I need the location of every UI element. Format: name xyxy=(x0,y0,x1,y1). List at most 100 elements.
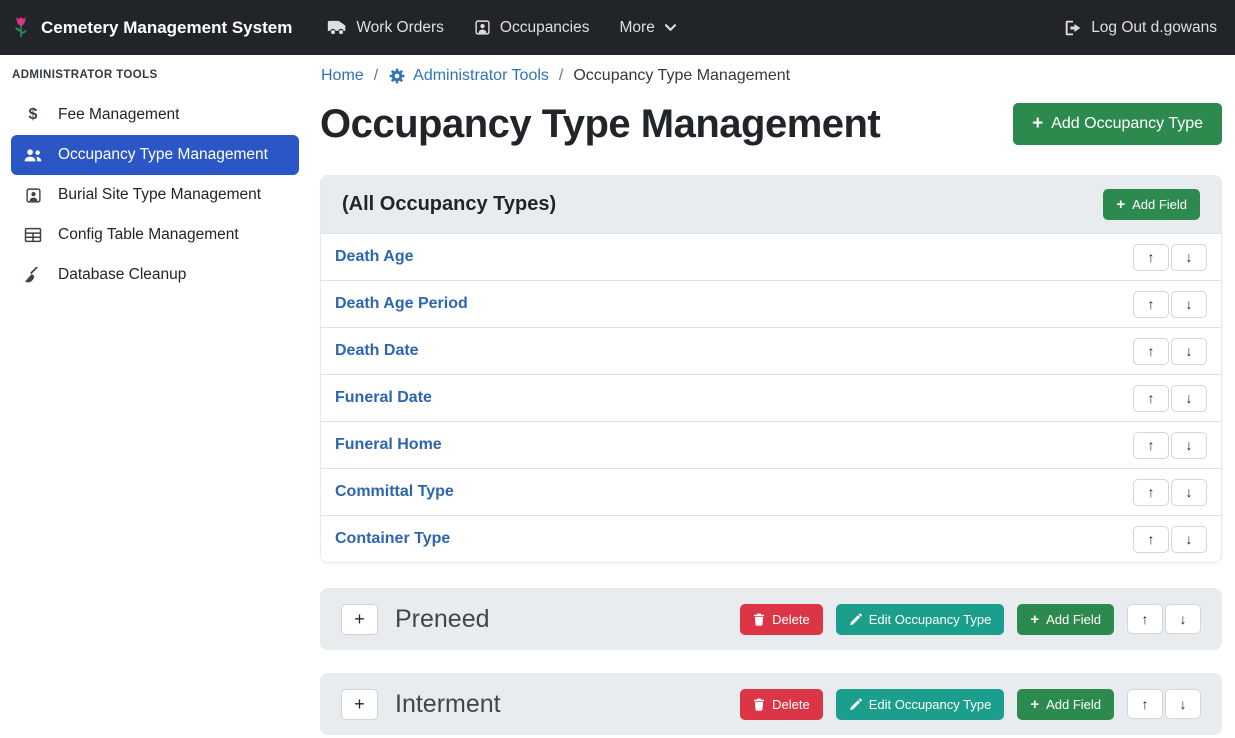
add-field-button[interactable]: + Add Field xyxy=(1017,604,1114,635)
breadcrumb: Home / Administrator Tool xyxy=(321,67,1222,85)
delete-button[interactable]: Delete xyxy=(740,604,823,635)
field-link[interactable]: Death Date xyxy=(335,342,419,360)
up-arrow-icon: ↑ xyxy=(1148,531,1155,547)
add-field-label: Add Field xyxy=(1132,197,1187,212)
up-arrow-icon: ↑ xyxy=(1148,249,1155,265)
down-arrow-icon: ↓ xyxy=(1180,696,1187,712)
sidebar-item-database-cleanup[interactable]: Database Cleanup xyxy=(11,255,299,295)
breadcrumb-admin-tools[interactable]: Administrator Tools xyxy=(388,67,549,85)
users-icon xyxy=(21,148,45,163)
field-row: Container Type ↑ ↓ xyxy=(321,515,1221,562)
main-nav: Work Orders Occupancies More xyxy=(312,0,692,55)
move-down-button[interactable]: ↓ xyxy=(1171,385,1207,412)
move-down-button[interactable]: ↓ xyxy=(1171,291,1207,318)
reorder-buttons: ↑ ↓ xyxy=(1127,689,1201,719)
down-arrow-icon: ↓ xyxy=(1186,343,1193,359)
chevron-down-icon xyxy=(664,23,677,32)
move-down-button[interactable]: ↓ xyxy=(1171,338,1207,365)
reorder-buttons: ↑ ↓ xyxy=(1133,338,1207,365)
edit-occupancy-type-button[interactable]: Edit Occupancy Type xyxy=(836,689,1005,720)
all-occupancy-types-title: (All Occupancy Types) xyxy=(342,193,556,216)
field-link[interactable]: Container Type xyxy=(335,530,450,548)
down-arrow-icon: ↓ xyxy=(1186,484,1193,500)
move-up-button[interactable]: ↑ xyxy=(1133,432,1169,459)
add-field-button[interactable]: + Add Field xyxy=(1103,189,1200,220)
flower-logo-icon xyxy=(10,15,32,41)
breadcrumb-current: Occupancy Type Management xyxy=(573,67,790,85)
logout-link[interactable]: Log Out d.gowans xyxy=(1064,19,1217,37)
move-down-button[interactable]: ↓ xyxy=(1165,689,1201,719)
move-up-button[interactable]: ↑ xyxy=(1133,338,1169,365)
move-up-button[interactable]: ↑ xyxy=(1133,526,1169,553)
pencil-icon xyxy=(849,698,862,711)
move-down-button[interactable]: ↓ xyxy=(1171,244,1207,271)
nav-occupancies[interactable]: Occupancies xyxy=(459,0,605,55)
field-row: Death Age ↑ ↓ xyxy=(321,233,1221,280)
move-down-button[interactable]: ↓ xyxy=(1165,604,1201,634)
section-title: Interment xyxy=(395,690,501,719)
field-link[interactable]: Death Age xyxy=(335,248,414,266)
sidebar-item-config-table-management[interactable]: Config Table Management xyxy=(11,215,299,255)
brand-link[interactable]: Cemetery Management System xyxy=(10,15,292,41)
reorder-buttons: ↑ ↓ xyxy=(1133,479,1207,506)
move-down-button[interactable]: ↓ xyxy=(1171,526,1207,553)
move-up-button[interactable]: ↑ xyxy=(1133,479,1169,506)
field-link[interactable]: Funeral Home xyxy=(335,436,442,454)
page-layout: ADMINISTRATOR TOOLS $ Fee Management Occ… xyxy=(0,55,1235,738)
field-row: Funeral Home ↑ ↓ xyxy=(321,421,1221,468)
sidebar-item-fee-management[interactable]: $ Fee Management xyxy=(11,95,299,135)
nav-more[interactable]: More xyxy=(605,0,692,55)
breadcrumb-admin-tools-label: Administrator Tools xyxy=(413,67,549,85)
sidebar-item-occupancy-type-management[interactable]: Occupancy Type Management xyxy=(11,135,299,175)
nav-work-orders[interactable]: Work Orders xyxy=(312,0,459,55)
field-link[interactable]: Funeral Date xyxy=(335,389,432,407)
plus-icon: + xyxy=(1030,696,1039,713)
expand-button[interactable]: + xyxy=(341,689,378,720)
dollar-icon: $ xyxy=(21,106,45,124)
sidebar-item-burial-site-type-management[interactable]: Burial Site Type Management xyxy=(11,175,299,215)
move-down-button[interactable]: ↓ xyxy=(1171,479,1207,506)
move-up-button[interactable]: ↑ xyxy=(1127,604,1163,634)
add-occupancy-type-button[interactable]: + Add Occupancy Type xyxy=(1013,103,1222,145)
delete-label: Edit Occupancy Type xyxy=(869,697,992,712)
up-arrow-icon: ↑ xyxy=(1148,390,1155,406)
plus-icon: + xyxy=(1030,611,1039,628)
sidebar: ADMINISTRATOR TOOLS $ Fee Management Occ… xyxy=(0,55,310,738)
field-link[interactable]: Death Age Period xyxy=(335,295,468,313)
trash-icon xyxy=(753,698,765,711)
section-actions: Delete Edit Occupancy Type + Add Field xyxy=(740,689,1201,720)
add-occupancy-type-label: Add Occupancy Type xyxy=(1051,115,1203,133)
logout-label: Log Out d.gowans xyxy=(1091,19,1217,37)
expand-button[interactable]: + xyxy=(341,604,378,635)
occupancy-type-section-preneed: + Preneed Delete xyxy=(320,588,1222,650)
nav-occupancies-label: Occupancies xyxy=(500,19,590,37)
delete-button[interactable]: Delete xyxy=(740,689,823,720)
move-up-button[interactable]: ↑ xyxy=(1133,291,1169,318)
field-row: Death Date ↑ ↓ xyxy=(321,327,1221,374)
down-arrow-icon: ↓ xyxy=(1186,390,1193,406)
sidebar-item-label: Database Cleanup xyxy=(58,266,186,284)
down-arrow-icon: ↓ xyxy=(1186,249,1193,265)
reorder-buttons: ↑ ↓ xyxy=(1133,432,1207,459)
add-field-button[interactable]: + Add Field xyxy=(1017,689,1114,720)
section-actions: Delete Edit Occupancy Type + Add Field xyxy=(740,604,1201,635)
reorder-buttons: ↑ ↓ xyxy=(1127,604,1201,634)
plus-icon: + xyxy=(1116,196,1125,213)
add-field-label: Add Field xyxy=(1046,612,1101,627)
brand-title: Cemetery Management System xyxy=(41,18,292,38)
move-up-button[interactable]: ↑ xyxy=(1127,689,1163,719)
logout-icon xyxy=(1064,20,1082,36)
plus-icon: + xyxy=(1032,113,1043,135)
move-down-button[interactable]: ↓ xyxy=(1171,432,1207,459)
reorder-buttons: ↑ ↓ xyxy=(1133,244,1207,271)
breadcrumb-separator: / xyxy=(559,67,563,85)
move-up-button[interactable]: ↑ xyxy=(1133,244,1169,271)
reorder-buttons: ↑ ↓ xyxy=(1133,526,1207,553)
portrait-icon xyxy=(21,187,45,204)
field-link[interactable]: Committal Type xyxy=(335,483,454,501)
trash-icon xyxy=(753,613,765,626)
edit-occupancy-type-button[interactable]: Edit Occupancy Type xyxy=(836,604,1005,635)
sidebar-item-label: Occupancy Type Management xyxy=(58,146,268,164)
move-up-button[interactable]: ↑ xyxy=(1133,385,1169,412)
breadcrumb-home[interactable]: Home xyxy=(321,67,364,85)
